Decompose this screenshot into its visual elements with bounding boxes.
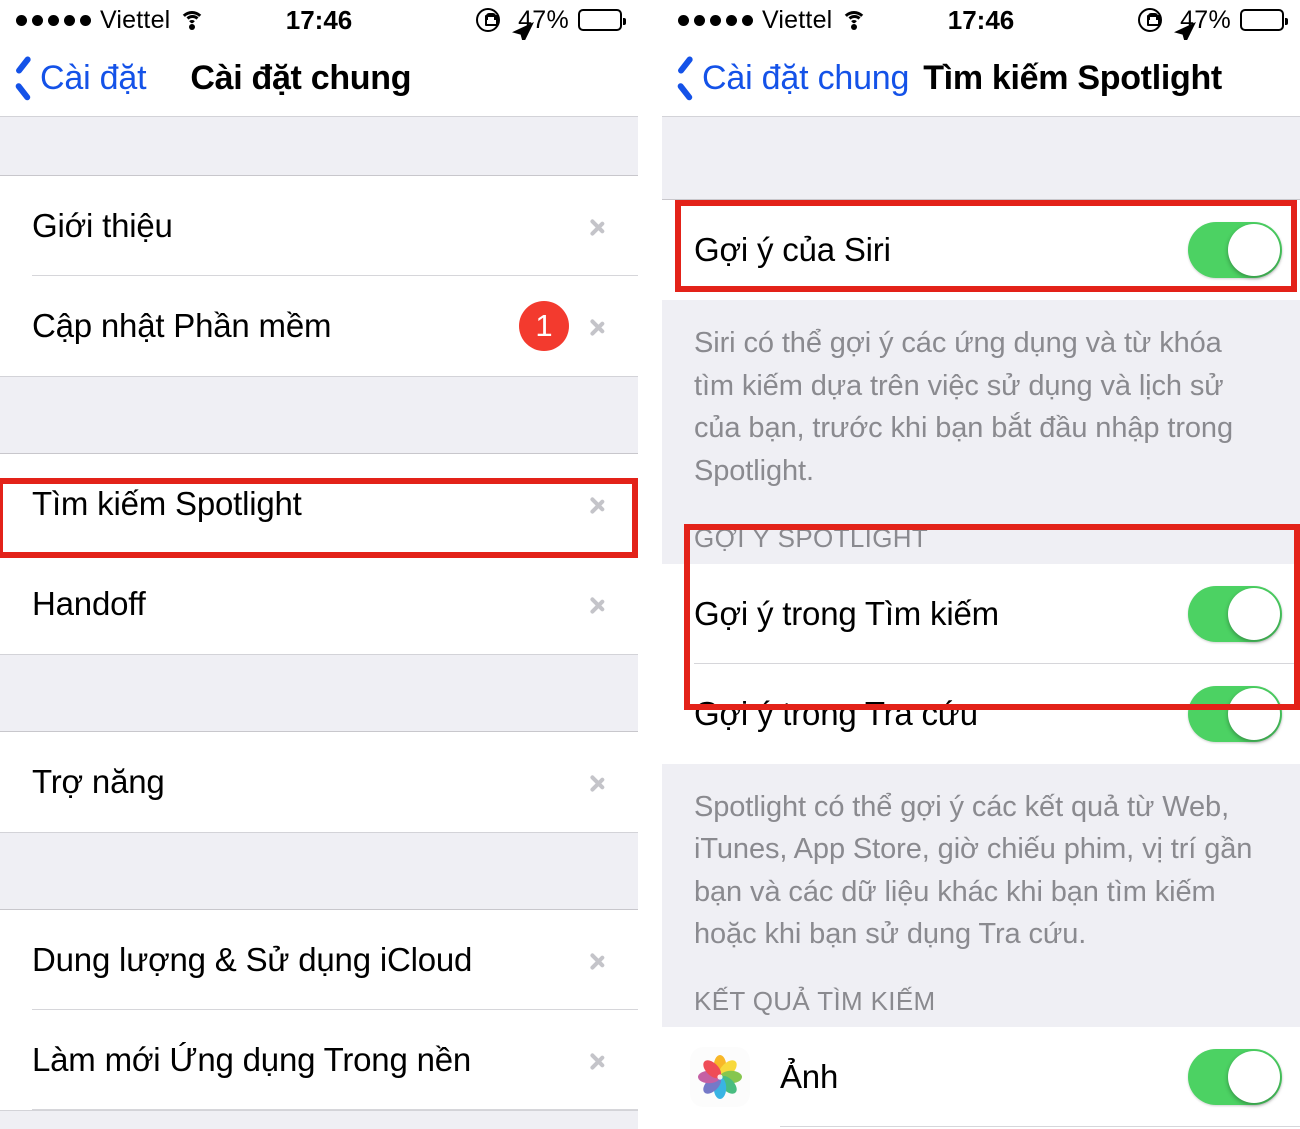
chevron-right-icon: [591, 1048, 604, 1072]
chevron-left-icon: [14, 60, 36, 96]
rotation-lock-icon: [476, 8, 501, 32]
settings-group-accessibility: Trợ năng: [0, 732, 638, 832]
left-screen-general-settings: Viettel 17:46 47% Cài đặt Cài đặt chung: [0, 0, 638, 1129]
row-label: Gợi ý trong Tìm kiếm: [694, 594, 999, 632]
section-gap: [0, 1110, 638, 1129]
toggle-suggestions-in-lookup[interactable]: [1188, 685, 1282, 742]
siri-suggestions-description: Siri có thể gợi ý các ứng dụng và từ khó…: [662, 300, 1300, 501]
status-bar-clock: 17:46: [947, 4, 1015, 35]
spotlight-settings-list[interactable]: Gợi ý của Siri Siri có thể gợi ý các ứng…: [662, 116, 1300, 1129]
row-goi-y-trong-tra-cuu[interactable]: Gợi ý trong Tra cứu: [662, 663, 1300, 764]
group-spotlight-suggestions: Gợi ý trong Tìm kiếm Gợi ý trong Tra cứu: [662, 563, 1300, 764]
back-button-label: Cài đặt: [40, 58, 147, 97]
settings-group-about: Giới thiệu Cập nhật Phần mềm 1: [0, 176, 638, 376]
chevron-right-icon: [591, 492, 604, 516]
page-title: Tìm kiếm Spotlight: [923, 58, 1222, 97]
row-gioi-thieu[interactable]: Giới thiệu: [0, 176, 638, 276]
row-label: Handoff: [32, 585, 146, 622]
settings-group-spotlight: Tìm kiếm Spotlight Handoff: [0, 454, 638, 654]
chevron-right-icon: [591, 214, 604, 238]
toggle-suggestions-in-search[interactable]: [1188, 585, 1282, 642]
status-bar: Viettel 17:46 47%: [0, 0, 638, 44]
row-app-anh[interactable]: Ảnh: [662, 1027, 1300, 1127]
battery-icon: [578, 9, 626, 31]
status-bar-clock: 17:46: [285, 4, 353, 35]
row-tro-nang[interactable]: Trợ năng: [0, 732, 638, 832]
spotlight-suggestions-description: Spotlight có thể gợi ý các kết quả từ We…: [662, 763, 1300, 964]
dual-screenshot-container: Viettel 17:46 47% Cài đặt Cài đặt chung: [0, 0, 1300, 1129]
photos-app-icon: [690, 1047, 750, 1107]
section-header-spotlight-suggestions: GỢI Ý SPOTLIGHT: [662, 500, 1300, 564]
row-goi-y-trong-tim-kiem[interactable]: Gợi ý trong Tìm kiếm: [662, 563, 1300, 664]
navigation-bar: Cài đặt chung Tìm kiếm Spotlight: [662, 40, 1300, 116]
battery-icon: [1240, 9, 1288, 31]
chevron-right-icon: [591, 770, 604, 794]
section-gap: [0, 376, 638, 454]
toggle-app-anh[interactable]: [1188, 1049, 1282, 1105]
status-bar: Viettel 17:46 47%: [662, 0, 1300, 44]
group-siri-suggestions: Gợi ý của Siri: [662, 200, 1300, 300]
chevron-right-icon: [591, 948, 604, 972]
row-goi-y-cua-siri[interactable]: Gợi ý của Siri: [662, 200, 1300, 300]
page-title: Cài đặt chung: [190, 58, 412, 97]
right-screen-spotlight-search: Viettel 17:46 47% Cài đặt chung Tìm kiếm…: [662, 0, 1300, 1129]
section-gap: [0, 832, 638, 910]
row-label: Tìm kiếm Spotlight: [32, 485, 302, 522]
row-label: Cập nhật Phần mềm: [32, 307, 332, 344]
navigation-bar: Cài đặt Cài đặt chung: [0, 40, 638, 116]
row-label: Gợi ý trong Tra cứu: [694, 694, 978, 732]
row-cap-nhat-phan-mem[interactable]: Cập nhật Phần mềm 1: [0, 276, 638, 376]
chevron-right-icon: [591, 314, 604, 338]
row-label: Giới thiệu: [32, 207, 173, 244]
back-button-label: Cài đặt chung: [702, 58, 910, 97]
row-label: Làm mới Ứng dụng Trong nền: [32, 1041, 472, 1078]
back-button[interactable]: Cài đặt: [14, 58, 147, 98]
back-button[interactable]: Cài đặt chung: [676, 59, 909, 98]
settings-list[interactable]: Giới thiệu Cập nhật Phần mềm 1 Tìm kiếm …: [0, 116, 638, 1129]
section-gap: [662, 116, 1300, 200]
row-handoff[interactable]: Handoff: [0, 554, 638, 654]
update-badge-count: 1: [519, 301, 569, 351]
group-search-results-apps: Ảnh: [662, 1027, 1300, 1129]
row-lam-moi-ung-dung[interactable]: Làm mới Ứng dụng Trong nền: [0, 1010, 638, 1110]
rotation-lock-icon: [1138, 8, 1163, 32]
section-header-search-results: KẾT QUẢ TÌM KIẾM: [662, 964, 1300, 1027]
row-tim-kiem-spotlight[interactable]: Tìm kiếm Spotlight: [0, 454, 638, 554]
chevron-right-icon: [591, 592, 604, 616]
section-gap: [0, 654, 638, 732]
row-dung-luong-icloud[interactable]: Dung lượng & Sử dụng iCloud: [0, 910, 638, 1010]
row-label: Dung lượng & Sử dụng iCloud: [32, 941, 473, 978]
toggle-siri-suggestions[interactable]: [1188, 222, 1282, 278]
row-label: Trợ năng: [32, 763, 165, 800]
section-gap: [0, 116, 638, 176]
settings-group-icloud: Dung lượng & Sử dụng iCloud Làm mới Ứng …: [0, 910, 638, 1110]
row-label: Gợi ý của Siri: [694, 231, 891, 268]
chevron-left-icon: [676, 60, 698, 96]
row-label: Ảnh: [780, 1058, 839, 1095]
panel-divider: [638, 0, 662, 1129]
